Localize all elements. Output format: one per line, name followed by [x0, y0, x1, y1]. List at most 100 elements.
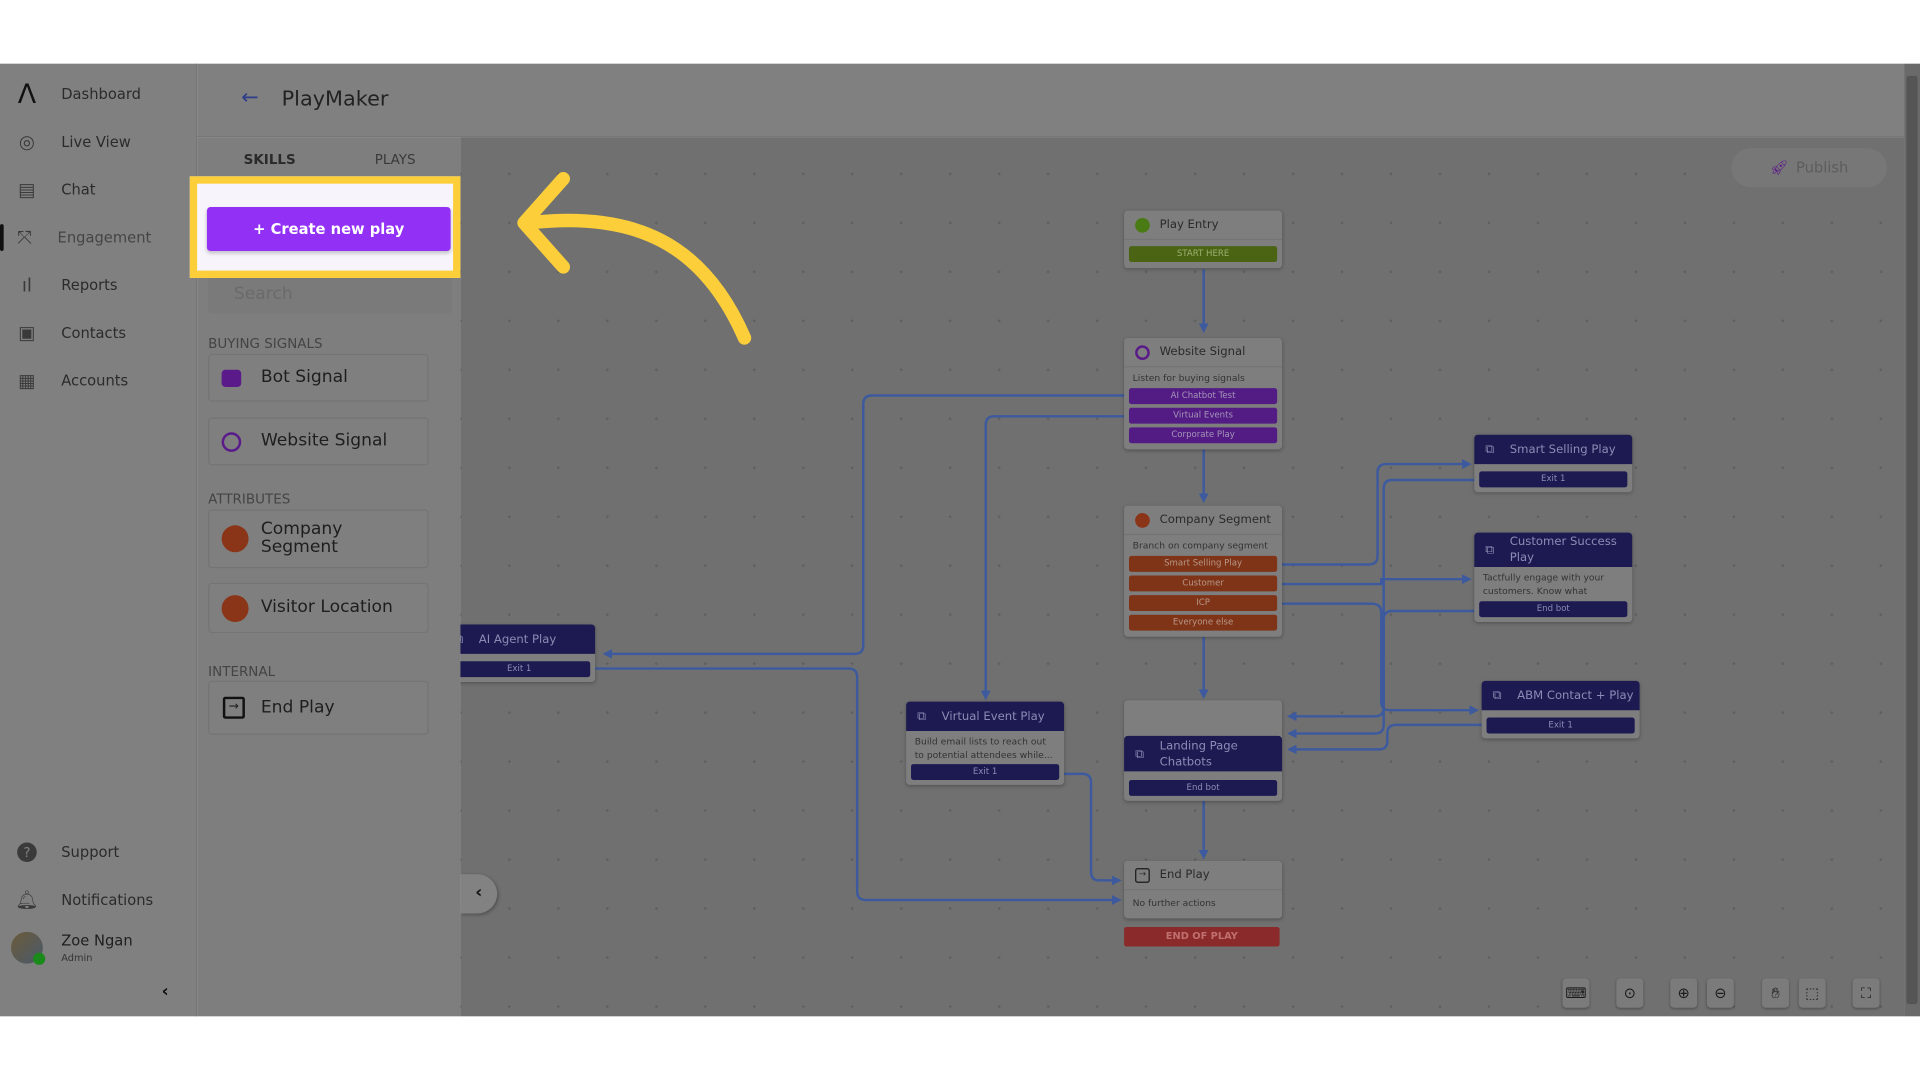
- globe-signal-icon: [221, 431, 242, 452]
- hand-icon: ✋︎: [1771, 983, 1780, 1002]
- play-icon: [1135, 217, 1150, 233]
- sidebar-item-accounts[interactable]: ▦ Accounts: [0, 362, 196, 399]
- logo-icon: Λ: [17, 78, 37, 110]
- fullscreen-icon: ⛶: [1860, 983, 1872, 1002]
- building-icon: ▦: [18, 369, 36, 392]
- node-landing-page-chatbots[interactable]: ⧉ Landing Page Chatbots End bot: [1124, 700, 1283, 801]
- sidebar-item-notifications[interactable]: 🔔︎ Notifications: [0, 882, 196, 919]
- create-new-play-button[interactable]: + Create new play: [206, 206, 451, 252]
- engagement-icon: ⤧: [17, 226, 32, 249]
- node-exit-bar[interactable]: AI Chatbot Test: [1128, 388, 1278, 405]
- node-company-segment[interactable]: Company Segment Branch on company segmen…: [1124, 505, 1283, 637]
- globe-signal-icon: [1135, 344, 1150, 360]
- node-exit-bar[interactable]: START HERE: [1128, 246, 1278, 263]
- publish-button[interactable]: 🚀︎ Publish: [1731, 148, 1887, 188]
- exit-icon: →: [1135, 867, 1150, 883]
- node-end-play[interactable]: → End Play No further actions: [1124, 860, 1283, 919]
- section-title: ATTRIBUTES: [208, 491, 291, 507]
- edge: [1277, 602, 1480, 716]
- fullscreen-button[interactable]: ⛶: [1852, 978, 1880, 1008]
- sidebar: Λ Dashboard ◎ Live View ▤ Chat ⤧ Engagement …: [0, 63, 198, 1017]
- tab-skills[interactable]: SKILLS: [244, 152, 296, 168]
- sidebar-item-reports[interactable]: ıl Reports: [0, 267, 196, 304]
- flow-icon: ⧉: [1492, 689, 1502, 703]
- edge: [1064, 772, 1122, 886]
- node-customer-success-play[interactable]: ⧉ Customer Success Play Tactfully engage …: [1474, 532, 1633, 623]
- zoom-in-icon: ⊕: [1677, 984, 1690, 1002]
- live-view-icon: ◎: [18, 131, 35, 154]
- bell-icon: 🔔︎: [15, 888, 39, 912]
- node-abm-contact-play[interactable]: ⧉ ABM Contact + Play Exit 1: [1481, 680, 1640, 739]
- node-exit-bar[interactable]: Exit 1: [460, 661, 591, 678]
- sidebar-item-dashboard[interactable]: Λ Dashboard: [0, 76, 196, 113]
- user-profile[interactable]: Zoe Ngan Admin: [11, 931, 195, 974]
- node-exit-bar[interactable]: Virtual Events: [1128, 407, 1278, 424]
- node-exit-bar[interactable]: Everyone else: [1128, 614, 1278, 631]
- node-exit-bar[interactable]: Smart Selling Play: [1128, 555, 1278, 572]
- skill-website-signal[interactable]: Website Signal: [208, 417, 429, 466]
- flow-icon: ⧉: [917, 710, 926, 724]
- node-exit-bar[interactable]: Exit 1: [1479, 471, 1628, 488]
- edge: [980, 415, 1125, 701]
- user-name: Zoe Ngan: [61, 931, 133, 949]
- fit-view-button[interactable]: ⊙: [1616, 978, 1644, 1008]
- node-exit-bar[interactable]: ICP: [1128, 595, 1278, 612]
- node-smart-selling-play[interactable]: ⧉ Smart Selling Play Exit 1: [1474, 434, 1633, 493]
- edge: [1277, 574, 1472, 586]
- node-virtual-event-play[interactable]: ⧉ Virtual Event Play Build email lists to…: [906, 701, 1065, 785]
- pie-chart-icon: [221, 525, 249, 553]
- search-input[interactable]: Search: [208, 276, 452, 314]
- node-exit-bar[interactable]: Corporate Play: [1128, 427, 1278, 444]
- zoom-in-button[interactable]: ⊕: [1670, 978, 1698, 1008]
- tab-plays[interactable]: PLAYS: [375, 152, 416, 168]
- scrollbar-thumb[interactable]: [1906, 75, 1918, 1005]
- node-website-signal[interactable]: Website Signal Listen for buying signals…: [1124, 337, 1283, 450]
- sidebar-item-support[interactable]: ? Support: [0, 834, 196, 871]
- edge: [602, 394, 1125, 659]
- selection-icon: ⬚: [1805, 984, 1820, 1002]
- zoom-out-button[interactable]: ⊖: [1706, 978, 1734, 1008]
- sidebar-item-chat[interactable]: ▤ Chat: [0, 171, 196, 208]
- edge: [1286, 723, 1487, 755]
- focus-icon: ⊙: [1623, 984, 1636, 1002]
- user-role: Admin: [61, 952, 93, 964]
- node-exit-bar[interactable]: Exit 1: [1486, 717, 1635, 734]
- page-header: ← PlayMaker: [197, 63, 1905, 138]
- highlight-box: + Create new play: [189, 176, 461, 278]
- pan-tool-button[interactable]: ✋︎: [1762, 978, 1789, 1008]
- zoom-out-icon: ⊖: [1714, 984, 1727, 1002]
- play-canvas[interactable]: Play Entry START HERE Website Signal Lis…: [460, 137, 1905, 1017]
- node-exit-bar[interactable]: End bot: [1128, 780, 1278, 796]
- scrollbar[interactable]: [1904, 63, 1920, 1017]
- contacts-icon: ▣: [18, 322, 36, 345]
- keyboard-shortcuts-button[interactable]: ⌨: [1562, 978, 1590, 1008]
- flow-icon: ⧉: [1135, 747, 1144, 762]
- collapse-sidebar-icon[interactable]: ‹: [162, 982, 169, 1002]
- skill-company-segment[interactable]: Company Segment: [208, 509, 429, 569]
- help-icon: ?: [15, 840, 39, 864]
- node-ai-agent-play[interactable]: ⧉AI Agent Play Exit 1: [460, 624, 596, 683]
- section-title: BUYING SIGNALS: [208, 335, 323, 352]
- skill-bot-signal[interactable]: Bot Signal: [208, 353, 429, 402]
- back-arrow-icon[interactable]: ←: [241, 86, 258, 110]
- section-title: INTERNAL: [208, 663, 276, 680]
- node-exit-bar[interactable]: Exit 1: [911, 764, 1060, 781]
- keyboard-icon: ⌨: [1565, 984, 1587, 1002]
- node-exit-bar[interactable]: End bot: [1479, 601, 1628, 618]
- active-indicator: [0, 224, 4, 252]
- sidebar-item-live-view[interactable]: ◎ Live View: [0, 124, 196, 161]
- sidebar-item-engagement[interactable]: ⤧ Engagement: [0, 219, 196, 256]
- skill-visitor-location[interactable]: Visitor Location: [208, 582, 429, 634]
- chat-icon: ▤: [18, 178, 36, 201]
- node-exit-bar[interactable]: Customer: [1128, 575, 1278, 592]
- pie-chart-icon: [1135, 512, 1150, 528]
- flow-icon: ⧉: [1485, 543, 1495, 558]
- skill-end-play[interactable]: → End Play: [208, 680, 429, 735]
- sidebar-item-contacts[interactable]: ▣ Contacts: [0, 315, 196, 352]
- globe-icon: [221, 594, 249, 622]
- node-play-entry[interactable]: Play Entry START HERE: [1124, 210, 1283, 269]
- page-title: PlayMaker: [281, 86, 389, 112]
- select-tool-button[interactable]: ⬚: [1798, 978, 1826, 1008]
- flow-icon: ⧉: [1485, 443, 1495, 457]
- flow-icon: ⧉: [460, 632, 469, 646]
